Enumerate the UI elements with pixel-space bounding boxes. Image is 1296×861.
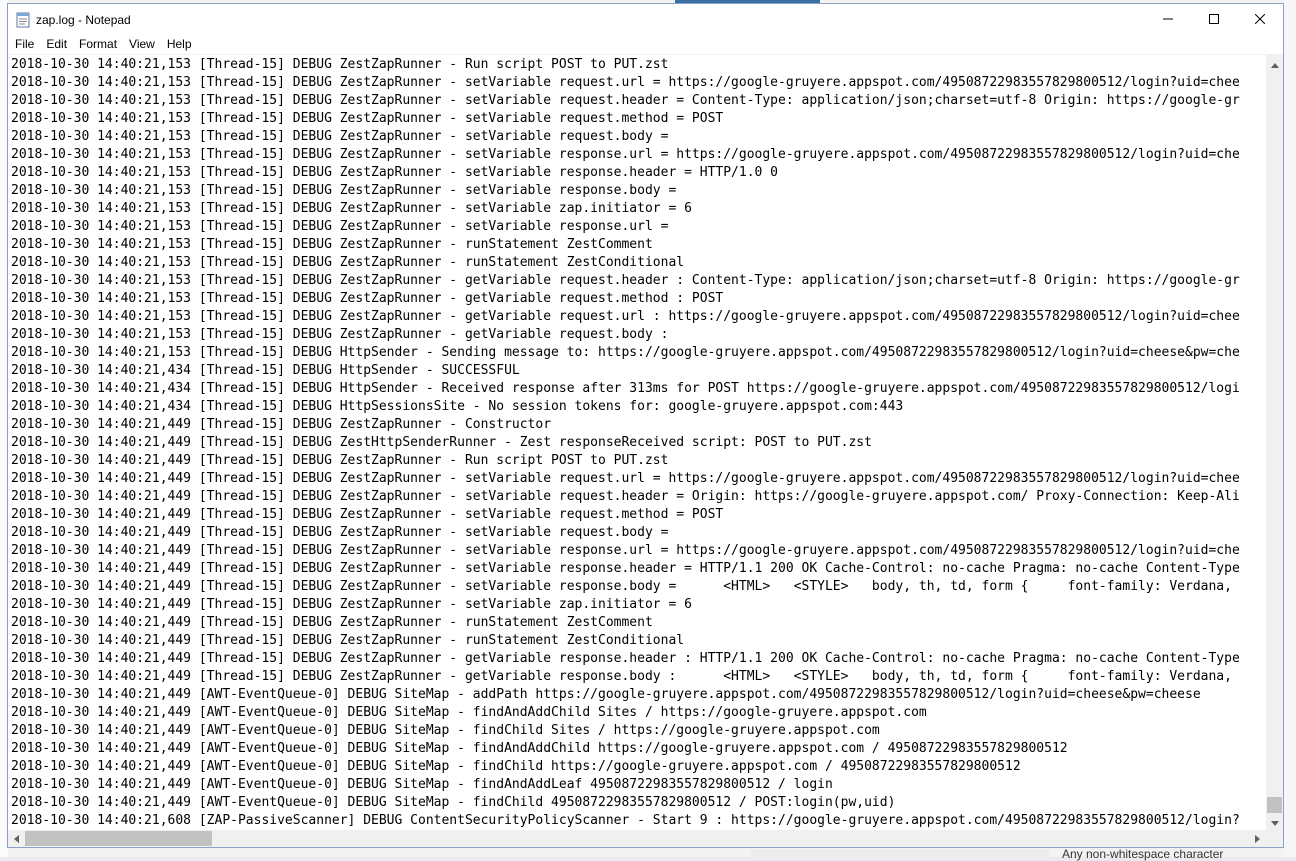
log-line: 2018-10-30 14:40:21,608 [ZAP-PassiveScan… <box>11 813 1240 828</box>
editor-area: 2018-10-30 14:40:21,153 [Thread-15] DEBU… <box>8 54 1283 847</box>
log-text: 2018-10-30 14:40:21,153 [Thread-15] DEBU… <box>8 55 1266 830</box>
close-icon <box>1254 11 1266 29</box>
log-line: 2018-10-30 14:40:21,449 [Thread-15] DEBU… <box>11 543 1240 558</box>
background-right-edge <box>1284 0 1296 857</box>
log-line: 2018-10-30 14:40:21,449 [Thread-15] DEBU… <box>11 615 653 630</box>
log-line: 2018-10-30 14:40:21,434 [Thread-15] DEBU… <box>11 399 904 414</box>
maximize-button[interactable] <box>1191 4 1237 35</box>
background-bottom-text: Any non-whitespace character <box>1062 847 1224 861</box>
log-line: 2018-10-30 14:40:21,434 [Thread-15] DEBU… <box>11 381 1240 396</box>
log-line: 2018-10-30 14:40:21,153 [Thread-15] DEBU… <box>11 183 677 198</box>
minimize-button[interactable] <box>1145 4 1191 35</box>
menu-file[interactable]: File <box>9 35 40 54</box>
title-bar[interactable]: zap.log - Notepad <box>8 4 1283 35</box>
log-line: 2018-10-30 14:40:21,449 [Thread-15] DEBU… <box>11 651 1240 666</box>
log-line: 2018-10-30 14:40:21,449 [Thread-15] DEBU… <box>11 417 552 432</box>
log-line: 2018-10-30 14:40:21,449 [Thread-15] DEBU… <box>11 633 685 648</box>
text-editor[interactable]: 2018-10-30 14:40:21,153 [Thread-15] DEBU… <box>8 55 1266 830</box>
menu-view[interactable]: View <box>123 35 161 54</box>
log-line: 2018-10-30 14:40:21,449 [Thread-15] DEBU… <box>11 597 692 612</box>
horizontal-scrollbar[interactable] <box>8 830 1266 847</box>
log-line: 2018-10-30 14:40:21,449 [Thread-15] DEBU… <box>11 561 1240 576</box>
notepad-window: zap.log - Notepad File Edit Format View … <box>7 3 1284 848</box>
chevron-up-icon <box>1270 55 1279 73</box>
log-line: 2018-10-30 14:40:21,449 [Thread-15] DEBU… <box>11 471 1240 486</box>
log-line: 2018-10-30 14:40:21,449 [Thread-15] DEBU… <box>11 507 724 522</box>
horizontal-scroll-thumb[interactable] <box>25 831 212 846</box>
vertical-scroll-thumb[interactable] <box>1267 797 1282 813</box>
background-bottom-bar <box>750 849 1050 857</box>
log-line: 2018-10-30 14:40:21,153 [Thread-15] DEBU… <box>11 255 685 270</box>
log-line: 2018-10-30 14:40:21,153 [Thread-15] DEBU… <box>11 129 669 144</box>
notepad-icon <box>16 12 30 28</box>
log-line: 2018-10-30 14:40:21,449 [AWT-EventQueue-… <box>11 795 896 810</box>
log-line: 2018-10-30 14:40:21,153 [Thread-15] DEBU… <box>11 237 653 252</box>
log-line: 2018-10-30 14:40:21,434 [Thread-15] DEBU… <box>11 363 520 378</box>
scrollbar-corner <box>1266 830 1283 847</box>
chevron-down-icon <box>1270 813 1279 831</box>
menu-help[interactable]: Help <box>161 35 198 54</box>
maximize-icon <box>1209 11 1219 29</box>
log-line: 2018-10-30 14:40:21,449 [Thread-15] DEBU… <box>11 579 1232 594</box>
menu-format[interactable]: Format <box>73 35 123 54</box>
log-line: 2018-10-30 14:40:21,449 [Thread-15] DEBU… <box>11 489 1240 504</box>
log-line: 2018-10-30 14:40:21,153 [Thread-15] DEBU… <box>11 273 1240 288</box>
scroll-left-button[interactable] <box>8 830 25 847</box>
log-line: 2018-10-30 14:40:21,153 [Thread-15] DEBU… <box>11 165 779 180</box>
log-line: 2018-10-30 14:40:21,153 [Thread-15] DEBU… <box>11 345 1240 360</box>
window-title: zap.log - Notepad <box>36 12 131 27</box>
log-line: 2018-10-30 14:40:21,449 [Thread-15] DEBU… <box>11 669 1232 684</box>
log-line: 2018-10-30 14:40:21,449 [AWT-EventQueue-… <box>11 687 1201 702</box>
vertical-scrollbar[interactable] <box>1266 55 1283 830</box>
log-line: 2018-10-30 14:40:21,153 [Thread-15] DEBU… <box>11 219 669 234</box>
log-line: 2018-10-30 14:40:21,153 [Thread-15] DEBU… <box>11 309 1240 324</box>
log-line: 2018-10-30 14:40:21,449 [AWT-EventQueue-… <box>11 777 833 792</box>
log-line: 2018-10-30 14:40:21,153 [Thread-15] DEBU… <box>11 327 669 342</box>
log-line: 2018-10-30 14:40:21,153 [Thread-15] DEBU… <box>11 111 724 126</box>
log-line: 2018-10-30 14:40:21,449 [Thread-15] DEBU… <box>11 525 669 540</box>
log-line: 2018-10-30 14:40:21,449 [AWT-EventQueue-… <box>11 705 927 720</box>
menu-edit[interactable]: Edit <box>40 35 73 54</box>
log-line: 2018-10-30 14:40:21,153 [Thread-15] DEBU… <box>11 201 692 216</box>
log-line: 2018-10-30 14:40:21,153 [Thread-15] DEBU… <box>11 75 1240 90</box>
chevron-right-icon <box>1255 830 1260 848</box>
minimize-icon <box>1163 11 1173 29</box>
scroll-down-button[interactable] <box>1266 813 1283 830</box>
log-line: 2018-10-30 14:40:21,449 [Thread-15] DEBU… <box>11 435 872 450</box>
close-button[interactable] <box>1237 4 1283 35</box>
log-line: 2018-10-30 14:40:21,153 [Thread-15] DEBU… <box>11 291 724 306</box>
log-line: 2018-10-30 14:40:21,449 [AWT-EventQueue-… <box>11 759 1021 774</box>
menu-bar: File Edit Format View Help <box>8 35 1283 54</box>
log-line: 2018-10-30 14:40:21,153 [Thread-15] DEBU… <box>11 93 1240 108</box>
scroll-right-button[interactable] <box>1249 830 1266 847</box>
log-line: 2018-10-30 14:40:21,449 [AWT-EventQueue-… <box>11 723 880 738</box>
log-line: 2018-10-30 14:40:21,153 [Thread-15] DEBU… <box>11 147 1240 162</box>
chevron-left-icon <box>14 830 19 848</box>
scroll-up-button[interactable] <box>1266 55 1283 72</box>
log-line: 2018-10-30 14:40:21,449 [Thread-15] DEBU… <box>11 453 669 468</box>
log-line: 2018-10-30 14:40:21,153 [Thread-15] DEBU… <box>11 57 669 72</box>
log-line: 2018-10-30 14:40:21,449 [AWT-EventQueue-… <box>11 741 1068 756</box>
